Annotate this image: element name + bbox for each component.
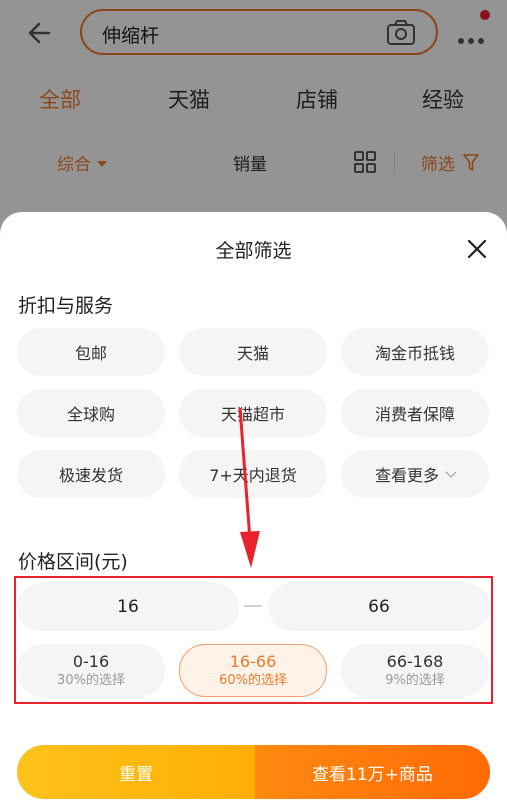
chip-fast-delivery[interactable]: 极速发货 (17, 450, 165, 498)
chip-7day-return[interactable]: 7+天内退货 (179, 450, 327, 498)
chip-label: 天猫超市 (220, 405, 285, 424)
chip-free-shipping[interactable]: 包邮 (17, 328, 165, 376)
close-icon (467, 239, 487, 259)
range-percent: 9%的选择 (385, 672, 445, 688)
price-section-title: 价格区间(元) (18, 551, 128, 573)
chip-tmall-supermarket[interactable]: 天猫超市 (179, 389, 327, 437)
services-section-title: 折扣与服务 (18, 295, 114, 317)
range-value: 66-168 (386, 651, 444, 671)
reset-button[interactable]: 重置 (17, 745, 255, 799)
chip-tmall[interactable]: 天猫 (179, 328, 327, 376)
chip-label: 全球购 (66, 405, 115, 424)
range-percent: 60%的选择 (219, 672, 287, 688)
price-range-option[interactable]: 0-16 30%的选择 (17, 644, 165, 697)
range-value: 16-66 (229, 651, 277, 671)
chip-global-buy[interactable]: 全球购 (17, 389, 165, 437)
range-value: 0-16 (72, 651, 110, 671)
chip-label: 查看更多 (374, 466, 439, 485)
price-range-option[interactable]: 66-168 9%的选择 (341, 644, 489, 697)
chip-label: 天猫 (236, 344, 269, 363)
chip-label: 7+天内退货 (209, 466, 297, 485)
chip-label: 消费者保障 (374, 405, 455, 424)
chip-taojinbi[interactable]: 淘金币抵钱 (341, 328, 489, 376)
range-percent: 30%的选择 (57, 672, 125, 688)
close-button[interactable] (462, 234, 492, 264)
sheet-title: 全部筛选 (215, 240, 292, 262)
filter-sheet: 全部筛选 折扣与服务 包邮 天猫 淘金币抵钱 全球购 天猫超市 消费者保障 极速… (0, 212, 507, 812)
chip-see-more[interactable]: 查看更多 (341, 450, 489, 498)
chip-label: 极速发货 (58, 466, 123, 485)
price-range-dash (244, 605, 262, 607)
price-max-input[interactable]: 66 (268, 583, 490, 631)
chip-consumer-protection[interactable]: 消费者保障 (341, 389, 489, 437)
chevron-down-icon (445, 465, 457, 478)
price-min-input[interactable]: 16 (17, 583, 239, 631)
confirm-button[interactable]: 查看11万+商品 (255, 745, 490, 799)
chip-label: 包邮 (74, 344, 107, 363)
price-range-option-selected[interactable]: 16-66 60%的选择 (179, 644, 327, 697)
chip-label: 淘金币抵钱 (374, 344, 455, 363)
